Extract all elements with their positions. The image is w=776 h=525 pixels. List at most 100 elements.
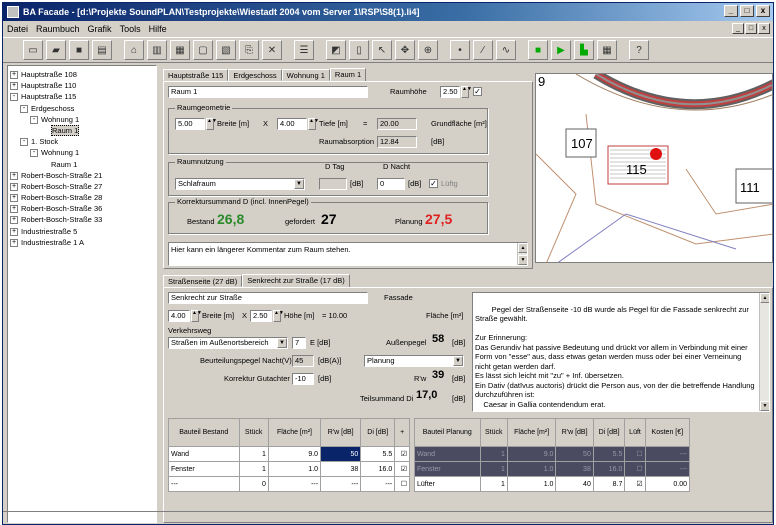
planung-column-header[interactable]: Kosten [€]: [644, 418, 691, 447]
bestand-table-cell[interactable]: 38: [320, 461, 362, 477]
facade-name-input[interactable]: Senkrecht zur Straße: [168, 292, 368, 304]
tree-item[interactable]: + Robert-Bosch-Straße 28: [10, 192, 154, 203]
bestand-table-cell[interactable]: Fenster: [168, 461, 240, 477]
tiefe-spinner[interactable]: ▲▼: [308, 118, 319, 130]
expand-icon[interactable]: +: [10, 227, 18, 236]
bestand-table-cell[interactable]: ☑: [394, 446, 410, 462]
tree-item[interactable]: + Hauptstraße 110: [10, 80, 154, 91]
planung-table-cell[interactable]: 1: [479, 461, 508, 477]
mdi-minimize-button[interactable]: _: [732, 23, 744, 34]
polyline-icon[interactable]: ∿: [496, 40, 516, 60]
tab-senkrecht[interactable]: Senkrecht zur Straße (17 dB): [242, 274, 350, 287]
breite-spinner[interactable]: ▲▼: [206, 118, 217, 130]
raumhoehe-spinner[interactable]: ▲▼: [461, 86, 472, 98]
minimize-button[interactable]: _: [724, 5, 738, 17]
tree-item[interactable]: - Wohnung 1: [10, 147, 154, 158]
green-arrow-icon[interactable]: ▶: [551, 40, 571, 60]
menu-datei[interactable]: Datei: [7, 22, 28, 36]
planung-table-cell[interactable]: 16.0: [592, 461, 626, 477]
apartment-icon[interactable]: ▦: [170, 40, 190, 60]
planung-table-row[interactable]: Fenster 1 1.0 38 16.0 ☐ ---: [414, 461, 691, 477]
facade-breite-input[interactable]: 4.00: [168, 310, 190, 322]
planung-table-cell[interactable]: 1.0: [506, 461, 557, 477]
planung-table-cell[interactable]: 1: [479, 446, 508, 462]
bestand-table-cell[interactable]: 16.0: [360, 461, 396, 477]
bestand-table-cell[interactable]: ---: [320, 476, 362, 492]
planung-table-cell[interactable]: 1: [479, 476, 508, 492]
site-map[interactable]: 107 115 111 9: [535, 73, 773, 263]
planung-table-cell[interactable]: ---: [644, 446, 691, 462]
breite-input[interactable]: 5.00: [175, 118, 205, 130]
raumnutzung-select[interactable]: Schlafraum ▼: [175, 178, 305, 190]
tree-item[interactable]: + Robert-Bosch-Straße 21: [10, 170, 154, 181]
planung-column-header[interactable]: Stück: [479, 418, 508, 447]
floor-icon[interactable]: ▥: [147, 40, 167, 60]
tree-item[interactable]: - Hauptstraße 115: [10, 91, 154, 102]
planung-table-cell[interactable]: 38: [555, 461, 594, 477]
save-icon[interactable]: ■: [69, 40, 89, 60]
move-icon[interactable]: ✥: [395, 40, 415, 60]
expand-icon[interactable]: +: [10, 216, 18, 225]
building-icon[interactable]: ⌂: [124, 40, 144, 60]
tree-item[interactable]: + Robert-Bosch-Straße 36: [10, 203, 154, 214]
tab-room[interactable]: Raum 1: [329, 68, 367, 81]
verkehrsweg-select[interactable]: Straßen im Außenortsbereich ▼: [168, 337, 288, 349]
tree-item[interactable]: + Industriestraße 1 A: [10, 237, 154, 248]
tree-item[interactable]: - Erdgeschoss: [10, 103, 154, 114]
properties-icon[interactable]: ☰: [294, 40, 314, 60]
planung-table-cell[interactable]: ☑: [624, 476, 646, 492]
raumhoehe-checkbox[interactable]: ✓: [473, 87, 482, 96]
expand-icon[interactable]: +: [10, 238, 18, 247]
bestand-table-cell[interactable]: 1: [238, 446, 269, 462]
facade-breite-spinner[interactable]: ▲▼: [191, 310, 202, 322]
planung-table-row[interactable]: Wand 1 9.0 50 5.5 ☐ ---: [414, 446, 691, 462]
planung-column-header[interactable]: Fläche [m²]: [506, 418, 557, 447]
expand-icon[interactable]: +: [10, 182, 18, 191]
tree-item[interactable]: + Robert-Bosch-Straße 33: [10, 214, 154, 225]
planung-column-header[interactable]: Lüft: [624, 418, 646, 447]
point-icon[interactable]: •: [450, 40, 470, 60]
planung-table-cell[interactable]: 9.0: [506, 446, 557, 462]
maximize-button[interactable]: □: [740, 5, 754, 17]
planung-table-cell[interactable]: 1.0: [506, 476, 557, 492]
facade-hoehe-spinner[interactable]: ▲▼: [273, 310, 284, 322]
select-icon[interactable]: ▯: [349, 40, 369, 60]
room-comment-textarea[interactable]: Hier kann ein längerer Kommentar zum Rau…: [168, 242, 528, 266]
tab-apartment[interactable]: Wohnung 1: [281, 69, 330, 81]
bestand-table-cell[interactable]: 50: [320, 446, 362, 462]
tab-building[interactable]: Hauptstraße 115: [163, 69, 229, 81]
bestand-table-row[interactable]: Fenster 1 1.0 38 16.0 ☑: [168, 461, 410, 477]
close-button[interactable]: x: [756, 5, 770, 17]
new-file-icon[interactable]: ▭: [23, 40, 43, 60]
bestand-table-cell[interactable]: 0: [238, 476, 269, 492]
facade-notes-textarea[interactable]: Pegel der Straßenseite -10 dB wurde als …: [472, 292, 770, 412]
expand-icon[interactable]: +: [10, 82, 18, 91]
green-marker-icon[interactable]: ■: [528, 40, 548, 60]
collapse-icon[interactable]: -: [10, 93, 18, 102]
room-name-input[interactable]: Raum 1: [168, 86, 368, 98]
e-input[interactable]: 7: [292, 337, 306, 349]
title-bar[interactable]: BA Facade - [d:\Projekte SoundPLAN\Testp…: [3, 3, 773, 21]
planung-column-header[interactable]: Di [dB]: [592, 418, 626, 447]
facade-icon[interactable]: ▧: [216, 40, 236, 60]
bestand-table-row[interactable]: Wand 1 9.0 50 5.5 ☑: [168, 446, 410, 462]
planung-table[interactable]: Bauteil Planung Stück Fläche [m²] R'w [dB] D…: [414, 418, 691, 492]
bestand-column-header[interactable]: Fläche [m²]: [267, 418, 322, 447]
tree-item[interactable]: + Robert-Bosch-Straße 27: [10, 181, 154, 192]
planung-table-cell[interactable]: 5.5: [592, 446, 626, 462]
lueftung-checkbox[interactable]: ✓: [429, 179, 438, 188]
planung-table-cell[interactable]: 50: [555, 446, 594, 462]
tree-item[interactable]: Raum 1: [10, 159, 154, 170]
planung-table-cell[interactable]: ☐: [624, 461, 646, 477]
tree-item[interactable]: -1. Stock: [10, 136, 154, 147]
expand-icon[interactable]: +: [10, 71, 18, 80]
notes-scrollbar[interactable]: ▲ ▼: [759, 293, 769, 411]
tree-item[interactable]: + Hauptstraße 108: [10, 69, 154, 80]
bestand-column-header[interactable]: Di [dB]: [360, 418, 396, 447]
bestand-table-cell[interactable]: ---: [267, 476, 322, 492]
planung-table-cell[interactable]: 40: [555, 476, 594, 492]
delete-icon[interactable]: ✕: [262, 40, 282, 60]
collapse-icon[interactable]: -: [30, 149, 38, 158]
menu-hilfe[interactable]: Hilfe: [149, 22, 167, 36]
green-chart-icon[interactable]: ▙: [574, 40, 594, 60]
